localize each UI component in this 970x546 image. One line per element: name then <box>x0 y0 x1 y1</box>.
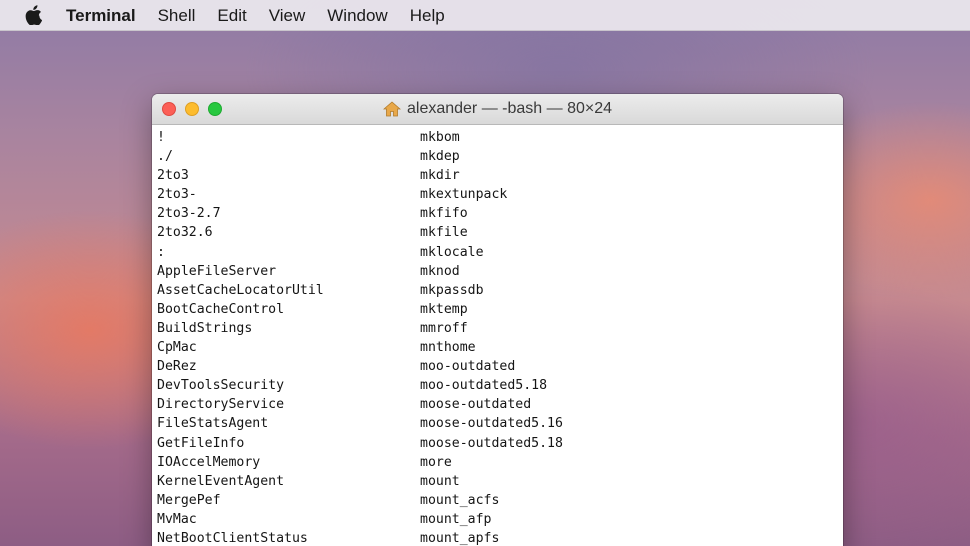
command-name: DirectoryService <box>157 397 285 413</box>
menu-help[interactable]: Help <box>410 0 445 31</box>
menu-edit[interactable]: Edit <box>217 0 246 31</box>
command-name: ! <box>157 130 165 145</box>
terminal-line: KernelEventAgent mount <box>157 472 843 491</box>
command-name: moo-outdated5.18 <box>420 378 548 394</box>
command-name: AppleFileServer <box>157 263 277 279</box>
terminal-line: DirectoryService moose-outdated <box>157 395 843 414</box>
terminal-line: MergePef mount_acfs <box>157 491 843 510</box>
command-name: FileStatsAgent <box>157 416 269 432</box>
command-name: mmroff <box>420 320 468 336</box>
command-name: BuildStrings <box>157 320 253 336</box>
terminal-line: : mklocale <box>157 243 843 262</box>
command-name: mkdep <box>420 149 460 165</box>
command-name: MergePef <box>157 492 221 508</box>
command-name: NetBootClientStatus <box>157 530 308 546</box>
terminal-line: DeRez moo-outdated <box>157 357 843 376</box>
command-name: mklocale <box>420 244 484 260</box>
window-title-text: alexander — -bash — 80×24 <box>406 100 612 117</box>
command-name: mknod <box>420 263 460 279</box>
terminal-line: 2to3 mkdir <box>157 166 843 185</box>
command-name: mktemp <box>420 301 468 317</box>
home-folder-icon <box>382 101 401 117</box>
command-name: moose-outdated <box>420 397 532 413</box>
apple-logo-icon[interactable] <box>24 5 42 25</box>
menu-shell[interactable]: Shell <box>158 0 196 31</box>
terminal-line: 2to32.6 mkfile <box>157 223 843 242</box>
command-name: mkdir <box>420 168 460 184</box>
command-name: 2to3- <box>157 187 197 203</box>
menu-bar: Terminal Shell Edit View Window Help <box>0 0 970 31</box>
terminal-line: CpMac mnthome <box>157 338 843 357</box>
command-name: DeRez <box>157 359 197 375</box>
command-name: DevToolsSecurity <box>157 378 285 394</box>
command-name: moo-outdated <box>420 359 516 375</box>
terminal-line: BuildStrings mmroff <box>157 319 843 338</box>
terminal-line: IOAccelMemory more <box>157 453 843 472</box>
terminal-line: ./ mkdep <box>157 147 843 166</box>
terminal-line: MvMac mount_afp <box>157 510 843 529</box>
terminal-output[interactable]: ! mkbom ./mkdep 2to3 mkdir 2to3- mkextunpack 2t… <box>152 125 843 546</box>
command-name: mkbom <box>420 130 460 145</box>
command-name: 2to32.6 <box>157 225 213 241</box>
command-name: more <box>420 454 452 470</box>
command-name: BootCacheControl <box>157 301 285 317</box>
terminal-line: NetBootClientStatus mount_apfs <box>157 529 843 546</box>
command-name: moose-outdated5.16 <box>420 416 563 432</box>
window-title: alexander — -bash — 80×24 <box>152 94 843 124</box>
menu-terminal[interactable]: Terminal <box>66 0 136 31</box>
command-name: mkextunpack <box>420 187 508 203</box>
terminal-line: DevToolsSecurity moo-outdated5.18 <box>157 376 843 395</box>
terminal-line: FileStatsAgent moose-outdated5.16 <box>157 414 843 433</box>
command-name: IOAccelMemory <box>157 454 261 470</box>
command-name: mount <box>420 473 460 489</box>
command-name: 2to3 <box>157 168 189 184</box>
terminal-window: alexander — -bash — 80×24 ! mkbom ./mkdep 2… <box>152 94 843 546</box>
menu-window[interactable]: Window <box>327 0 387 31</box>
command-name: AssetCacheLocatorUtil <box>157 282 324 298</box>
command-name: GetFileInfo <box>157 435 245 451</box>
terminal-line: AppleFileServer mknod <box>157 262 843 281</box>
command-name: mnthome <box>420 340 476 356</box>
command-name: mount_acfs <box>420 492 500 508</box>
command-name: ./ <box>157 149 173 165</box>
command-name: KernelEventAgent <box>157 473 285 489</box>
terminal-line: 2to3- mkextunpack <box>157 185 843 204</box>
command-name: mkfifo <box>420 206 468 222</box>
command-name: : <box>157 244 165 260</box>
terminal-line: GetFileInfo moose-outdated5.18 <box>157 434 843 453</box>
terminal-line: 2to3-2.7 mkfifo <box>157 204 843 223</box>
command-name: 2to3-2.7 <box>157 206 221 222</box>
command-name: moose-outdated5.18 <box>420 435 563 451</box>
terminal-line: BootCacheControl mktemp <box>157 300 843 319</box>
terminal-line: ! mkbom <box>157 128 843 147</box>
command-name: MvMac <box>157 511 197 527</box>
command-name: mkpassdb <box>420 282 484 298</box>
terminal-line: AssetCacheLocatorUtil mkpassdb <box>157 281 843 300</box>
command-name: mount_afp <box>420 511 492 527</box>
menu-view[interactable]: View <box>269 0 306 31</box>
command-name: mkfile <box>420 225 468 241</box>
title-bar[interactable]: alexander — -bash — 80×24 <box>152 94 843 125</box>
command-name: mount_apfs <box>420 530 500 546</box>
command-name: CpMac <box>157 340 197 356</box>
